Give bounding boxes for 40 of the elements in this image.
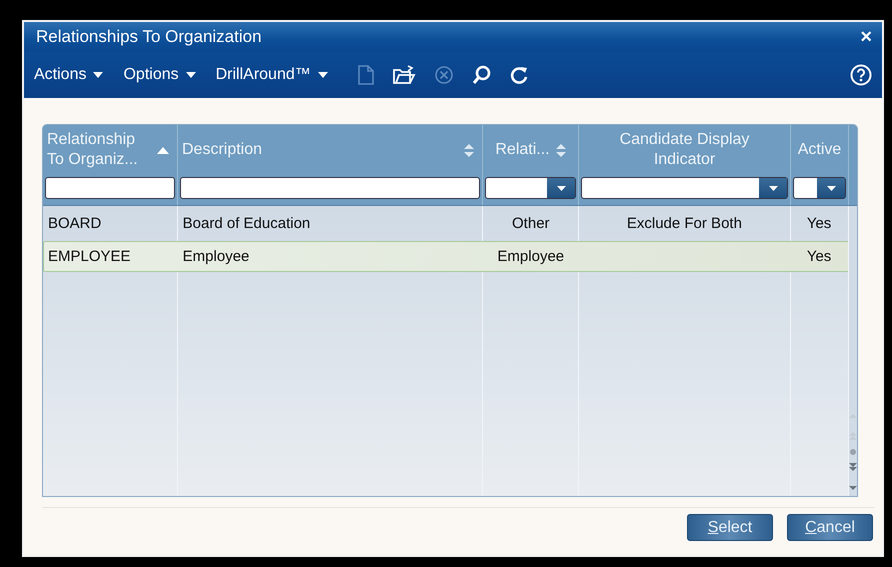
sort-ascending-icon[interactable]: [157, 146, 169, 154]
column-header[interactable]: Relati...: [495, 140, 550, 160]
table-cell: Board of Education: [182, 215, 310, 232]
table-cell: EMPLOYEE: [48, 248, 131, 265]
column-header[interactable]: Description: [182, 140, 458, 160]
table-cell: Exclude For Both: [626, 215, 742, 232]
table-cell: Other: [512, 215, 550, 232]
caret-icon[interactable]: [768, 186, 778, 190]
column-header[interactable]: Candidate Display Indicator: [604, 130, 764, 170]
table-row[interactable]: BOARD Board of Education Other Exclude For Both Yes: [43, 208, 849, 239]
menu-button[interactable]: DrillAround™: [216, 66, 328, 84]
caret-icon[interactable]: [318, 72, 328, 78]
table-cell: Employee: [182, 248, 250, 265]
caret-icon[interactable]: [186, 72, 196, 78]
caret-icon[interactable]: [826, 186, 836, 190]
menu-button[interactable]: Options: [123, 66, 196, 84]
column-header[interactable]: Active: [798, 140, 842, 160]
search-icon[interactable]: [472, 65, 492, 85]
cancel-button[interactable]: Cancel: [787, 514, 873, 541]
scroll-arrows-icon[interactable]: [848, 412, 857, 492]
menu-button[interactable]: Actions: [34, 66, 104, 84]
caret-icon[interactable]: [556, 186, 566, 190]
table-cell: Yes: [806, 248, 832, 265]
table-cell: Employee: [497, 248, 564, 265]
caret-icon[interactable]: [93, 72, 104, 78]
table-cell: BOARD: [48, 215, 102, 232]
table-cell: Yes: [806, 215, 832, 232]
help-icon[interactable]: [850, 64, 872, 86]
filter-field[interactable]: [45, 177, 175, 199]
filter-dropdown[interactable]: [581, 177, 788, 199]
column-header[interactable]: Relationship To Organiz...: [47, 130, 151, 170]
filter-dropdown[interactable]: [793, 177, 846, 199]
filter-field[interactable]: [180, 177, 480, 199]
open-folder-icon[interactable]: [392, 65, 416, 85]
select-button[interactable]: Select: [687, 514, 773, 541]
close-button[interactable]: ×: [860, 27, 872, 47]
refresh-icon[interactable]: [510, 65, 530, 85]
filter-dropdown[interactable]: [485, 177, 576, 199]
selected-row[interactable]: EMPLOYEE Employee Employee Yes: [43, 241, 849, 272]
window-title: Relationships To Organization: [36, 27, 263, 47]
